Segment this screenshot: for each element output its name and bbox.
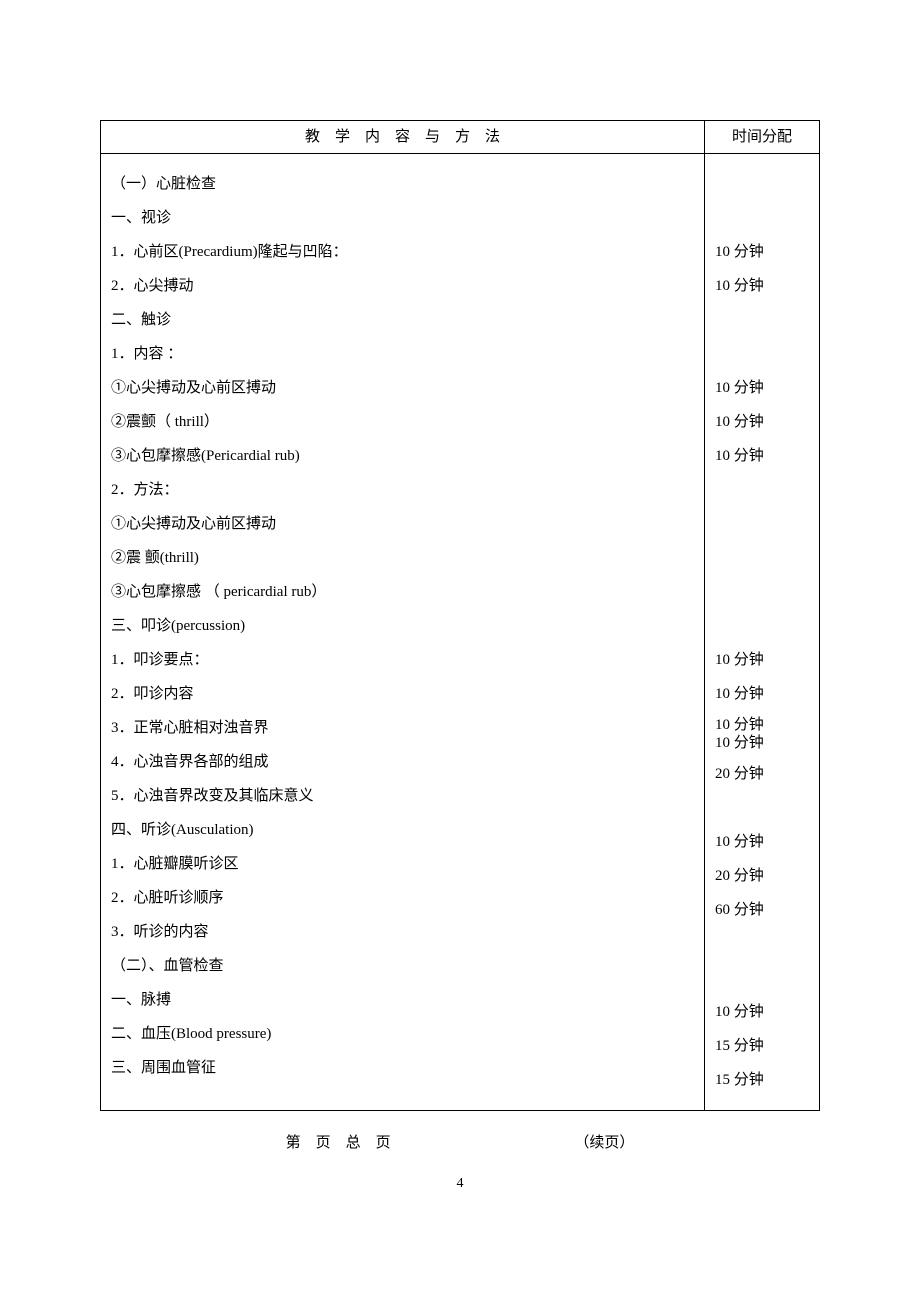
content-line: （一）心脏检查 bbox=[111, 172, 694, 196]
header-content-methods: 教 学 内 容 与 方 法 bbox=[101, 121, 705, 154]
time-line: 10 分钟10 分钟 bbox=[715, 716, 809, 752]
time-line: 10 分钟 bbox=[715, 410, 809, 434]
content-line: 4．心浊音界各部的组成 bbox=[111, 750, 694, 774]
content-line: 1．心前区(Precardium)隆起与凹陷： bbox=[111, 240, 694, 264]
content-line: ③心包摩擦感(Pericardial rub) bbox=[111, 444, 694, 468]
footer-page-total: 第 页 总 页 bbox=[286, 1131, 391, 1155]
header-time-allocation: 时间分配 bbox=[704, 121, 819, 154]
content-line: 2．叩诊内容 bbox=[111, 682, 694, 706]
content-line: 二、触诊 bbox=[111, 308, 694, 332]
content-line: 2．心尖搏动 bbox=[111, 274, 694, 298]
time-line bbox=[715, 206, 809, 230]
footer-pagination: 第 页 总 页 （续页） bbox=[100, 1131, 820, 1155]
time-line: 10 分钟 bbox=[715, 1000, 809, 1024]
content-line: 三、叩诊(percussion) bbox=[111, 614, 694, 638]
content-line: 2．方法： bbox=[111, 478, 694, 502]
time-line bbox=[715, 308, 809, 332]
content-line: ①心尖搏动及心前区搏动 bbox=[111, 512, 694, 536]
content-cell: （一）心脏检查一、视诊 1．心前区(Precardium)隆起与凹陷： 2．心尖搏动… bbox=[101, 154, 705, 1111]
content-line: 5．心浊音界改变及其临床意义 bbox=[111, 784, 694, 808]
content-line: ③心包摩擦感 （ pericardial rub） bbox=[111, 580, 694, 604]
time-line bbox=[715, 796, 809, 820]
time-line: 20 分钟 bbox=[715, 762, 809, 786]
time-line bbox=[715, 546, 809, 570]
time-cell: 10 分钟10 分钟 10 分钟10 分钟10 分钟 10 分钟10 分钟10 … bbox=[704, 154, 819, 1111]
time-line: 10 分钟 bbox=[715, 240, 809, 264]
time-line bbox=[715, 478, 809, 502]
time-line: 60 分钟 bbox=[715, 898, 809, 922]
time-line: 10 分钟 bbox=[715, 444, 809, 468]
content-line: 3．正常心脏相对浊音界 bbox=[111, 716, 694, 740]
content-table: 教 学 内 容 与 方 法 时间分配 （一）心脏检查一、视诊 1．心前区(Prec… bbox=[100, 120, 820, 1111]
time-line bbox=[715, 172, 809, 196]
time-line: 20 分钟 bbox=[715, 864, 809, 888]
content-line: 一、脉搏 bbox=[111, 988, 694, 1012]
content-line: ②震颤（ thrill） bbox=[111, 410, 694, 434]
content-line: （二）、血管检查 bbox=[111, 954, 694, 978]
content-line: 1．叩诊要点： bbox=[111, 648, 694, 672]
content-line: 四、听诊(Ausculation) bbox=[111, 818, 694, 842]
time-line: 10 分钟 bbox=[715, 830, 809, 854]
time-line bbox=[715, 512, 809, 536]
time-line bbox=[715, 342, 809, 366]
content-line: 1．内容 ： bbox=[111, 342, 694, 366]
time-line: 10 分钟 bbox=[715, 376, 809, 400]
content-line: ②震 颤(thrill) bbox=[111, 546, 694, 570]
content-line: 2．心脏听诊顺序 bbox=[111, 886, 694, 910]
time-line bbox=[715, 966, 809, 990]
content-line: 一、视诊 bbox=[111, 206, 694, 230]
time-line: 15 分钟 bbox=[715, 1068, 809, 1092]
time-line bbox=[715, 614, 809, 638]
time-line: 10 分钟 bbox=[715, 648, 809, 672]
time-line: 10 分钟 bbox=[715, 682, 809, 706]
time-line bbox=[715, 932, 809, 956]
time-line bbox=[715, 580, 809, 604]
content-line: 1．心脏瓣膜听诊区 bbox=[111, 852, 694, 876]
time-line: 15 分钟 bbox=[715, 1034, 809, 1058]
time-line: 10 分钟 bbox=[715, 274, 809, 298]
footer-continued: （续页） bbox=[574, 1131, 634, 1155]
content-line: 三、周围血管征 bbox=[111, 1056, 694, 1080]
page-number: 4 bbox=[100, 1173, 820, 1195]
content-line: 二、血压(Blood pressure) bbox=[111, 1022, 694, 1046]
content-line: ①心尖搏动及心前区搏动 bbox=[111, 376, 694, 400]
content-line: 3．听诊的内容 bbox=[111, 920, 694, 944]
